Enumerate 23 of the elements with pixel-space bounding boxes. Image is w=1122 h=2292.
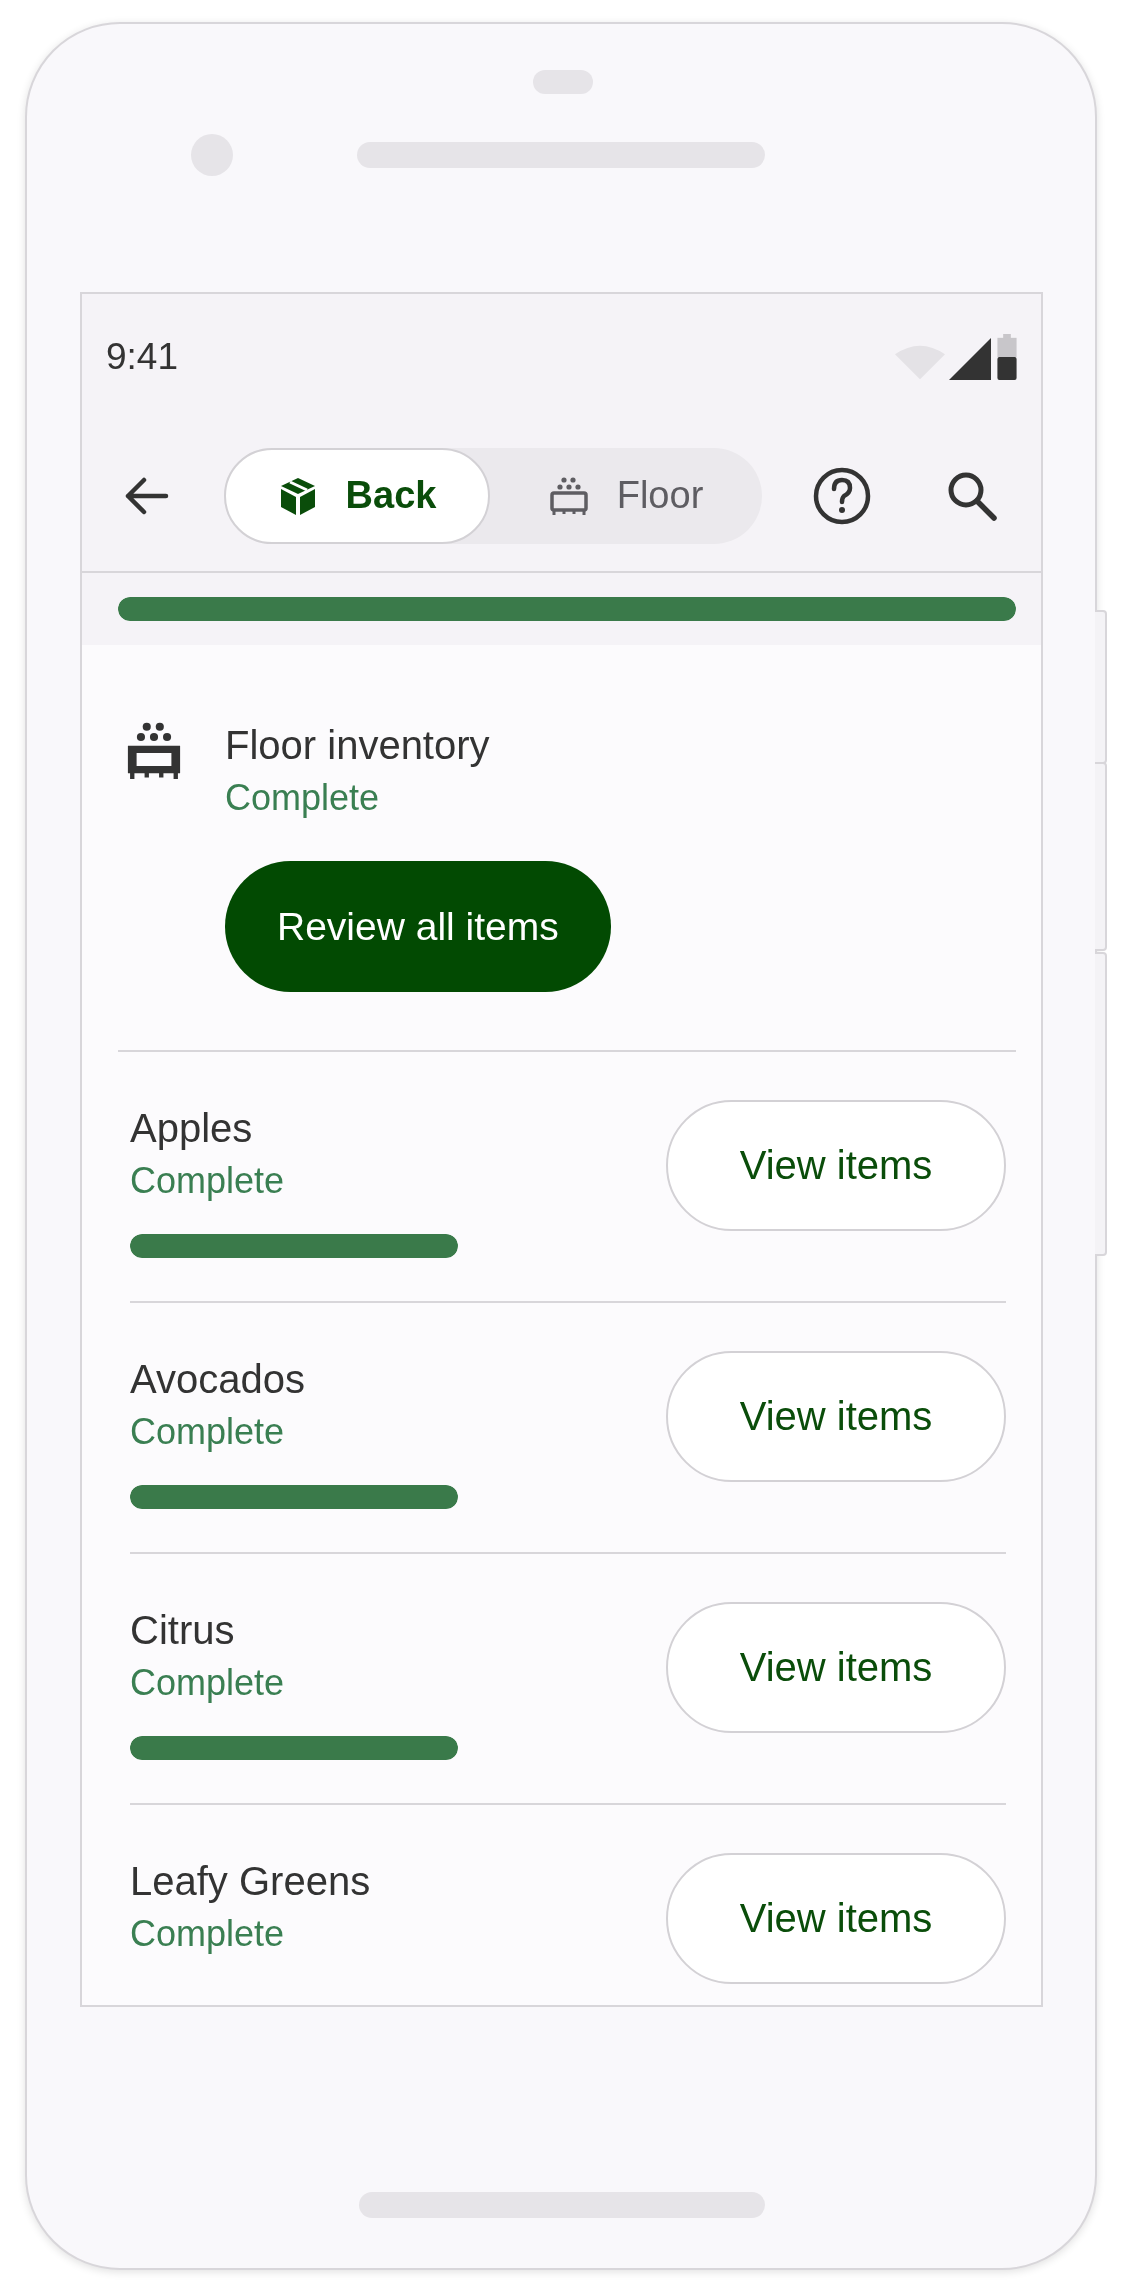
- shelf-icon: [125, 721, 183, 779]
- tab[interactable]: Back: [224, 447, 490, 544]
- tab[interactable]: Floor: [490, 447, 762, 544]
- category-name: Avocados: [130, 1356, 305, 1403]
- help-icon[interactable]: [812, 465, 872, 526]
- status-text: Complete: [130, 1159, 285, 1203]
- review-button[interactable]: Review all items: [225, 861, 611, 992]
- category-name: Citrus: [130, 1607, 235, 1654]
- status-time: 9:41: [106, 336, 178, 378]
- view-items-button[interactable]: View items: [666, 1602, 1006, 1733]
- view-items-button[interactable]: View items: [666, 1351, 1006, 1482]
- section-title: Floor inventory: [225, 722, 490, 769]
- status-text: Complete: [130, 1912, 285, 1956]
- view-items-button[interactable]: View items: [666, 1100, 1006, 1231]
- status-text: Complete: [130, 1410, 285, 1454]
- category-name: Leafy Greens: [130, 1858, 371, 1905]
- status-text: Complete: [130, 1661, 285, 1705]
- status-text: Complete: [225, 776, 380, 820]
- battery-icon: [995, 334, 1019, 380]
- signal-icon: [949, 338, 991, 380]
- category-name: Apples: [130, 1105, 253, 1152]
- view-items-button[interactable]: View items: [666, 1853, 1006, 1984]
- shelf-icon: [548, 475, 589, 516]
